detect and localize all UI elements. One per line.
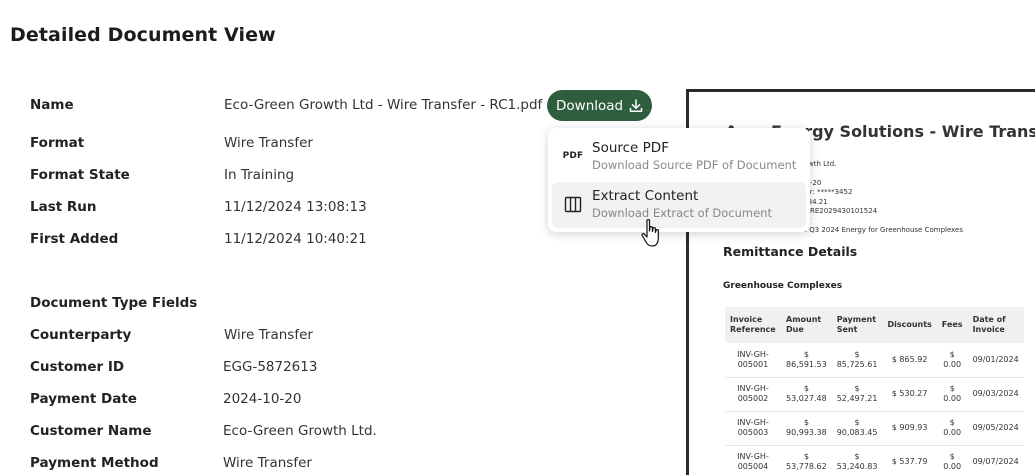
table-cell: 09/05/2024 bbox=[967, 411, 1024, 446]
table-cell: $ 909.93 bbox=[882, 411, 937, 446]
column-header: Discounts bbox=[882, 307, 937, 343]
hand-cursor-icon bbox=[641, 219, 659, 247]
download-button[interactable]: Download bbox=[547, 90, 652, 121]
column-header: Date of Invoice bbox=[967, 307, 1024, 343]
first-added-value: 11/12/2024 10:40:21 bbox=[224, 231, 367, 247]
column-header: Fees bbox=[936, 307, 968, 343]
table-cell: $ 90,083.45 bbox=[831, 411, 883, 446]
menu-item-source-pdf[interactable]: PDF Source PDF Download Source PDF of Do… bbox=[552, 134, 806, 180]
table-cell: $ 0.00 bbox=[936, 377, 968, 412]
format-value: Wire Transfer bbox=[224, 135, 313, 151]
counterparty-value: Wire Transfer bbox=[224, 327, 313, 343]
table-cell: $ 0.00 bbox=[936, 411, 968, 446]
document-type-fields-heading: Document Type Fields bbox=[30, 295, 198, 311]
greenhouse-complexes-heading: Greenhouse Complexes bbox=[723, 281, 843, 291]
customer-name-label: Customer Name bbox=[30, 423, 152, 439]
name-value: Eco-Green Growth Ltd - Wire Transfer - R… bbox=[224, 97, 543, 113]
table-cell: 09/07/2024 bbox=[967, 445, 1024, 475]
preview-meta-line: s: Q3 2024 Energy for Greenhouse Complex… bbox=[801, 226, 964, 234]
remittance-table: Invoice Reference Amount Due Payment Sen… bbox=[725, 307, 1024, 475]
payment-method-value: Wire Transfer bbox=[223, 455, 312, 471]
table-cell: INV-GH-005003 bbox=[725, 411, 781, 446]
table-cell: $ 52,497.21 bbox=[831, 377, 883, 412]
format-label: Format bbox=[30, 135, 85, 151]
menu-item-subtitle: Download Extract of Document bbox=[592, 206, 772, 220]
table-cell: $ 85,725.61 bbox=[831, 343, 883, 378]
menu-item-subtitle: Download Source PDF of Document bbox=[592, 158, 797, 172]
table-cell: $ 53,240.83 bbox=[831, 445, 883, 475]
page-title: Detailed Document View bbox=[10, 24, 276, 46]
columns-icon bbox=[562, 195, 584, 213]
download-button-label: Download bbox=[556, 97, 624, 114]
payment-method-label: Payment Method bbox=[30, 455, 159, 471]
name-label: Name bbox=[30, 97, 74, 113]
table-cell: INV-GH-005001 bbox=[725, 343, 781, 378]
table-cell: $ 53,778.62 bbox=[781, 445, 832, 475]
download-menu: PDF Source PDF Download Source PDF of Do… bbox=[548, 128, 810, 232]
menu-item-title: Extract Content bbox=[592, 188, 699, 204]
menu-item-title: Source PDF bbox=[592, 140, 669, 156]
first-added-label: First Added bbox=[30, 231, 119, 247]
table-cell: $ 530.27 bbox=[882, 377, 937, 412]
table-cell: 09/01/2024 bbox=[967, 343, 1024, 378]
download-icon bbox=[629, 98, 643, 112]
payment-date-label: Payment Date bbox=[30, 391, 137, 407]
table-row: INV-GH-005003 $ 90,993.38 $ 90,083.45 $ … bbox=[725, 411, 1024, 446]
last-run-value: 11/12/2024 13:08:13 bbox=[224, 199, 367, 215]
table-cell: $ 537.79 bbox=[882, 445, 937, 475]
format-state-value: In Training bbox=[224, 167, 295, 183]
table-row: INV-GH-005004 $ 53,778.62 $ 53,240.83 $ … bbox=[725, 445, 1024, 475]
table-cell: INV-GH-005002 bbox=[725, 377, 781, 412]
table-cell: 09/03/2024 bbox=[967, 377, 1024, 412]
customer-name-value: Eco-Green Growth Ltd. bbox=[223, 423, 377, 439]
pdf-icon: PDF bbox=[562, 151, 584, 161]
counterparty-label: Counterparty bbox=[30, 327, 132, 343]
table-cell: $ 86,591.53 bbox=[781, 343, 832, 378]
payment-date-value: 2024-10-20 bbox=[223, 391, 302, 407]
table-cell: $ 90,993.38 bbox=[781, 411, 832, 446]
format-state-label: Format State bbox=[30, 167, 130, 183]
column-header: Amount Due bbox=[781, 307, 832, 343]
customer-id-label: Customer ID bbox=[30, 359, 125, 375]
table-row: INV-GH-005002 $ 53,027.48 $ 52,497.21 $ … bbox=[725, 377, 1024, 412]
column-header: Invoice Reference bbox=[725, 307, 781, 343]
table-cell: $ 0.00 bbox=[936, 343, 968, 378]
column-header: Payment Sent bbox=[831, 307, 883, 343]
table-cell: $ 865.92 bbox=[882, 343, 937, 378]
table-cell: $ 0.00 bbox=[936, 445, 968, 475]
customer-id-value: EGG-5872613 bbox=[223, 359, 318, 375]
table-row: INV-GH-005001 $ 86,591.53 $ 85,725.61 $ … bbox=[725, 343, 1024, 378]
table-header-row: Invoice Reference Amount Due Payment Sen… bbox=[725, 307, 1024, 343]
table-cell: $ 53,027.48 bbox=[781, 377, 832, 412]
last-run-label: Last Run bbox=[30, 199, 97, 215]
menu-item-extract-content[interactable]: Extract Content Download Extract of Docu… bbox=[552, 182, 806, 228]
table-cell: INV-GH-005004 bbox=[725, 445, 781, 475]
remittance-details-heading: Remittance Details bbox=[723, 244, 858, 259]
preview-meta-line: WIRE2029430101524 bbox=[801, 207, 878, 215]
